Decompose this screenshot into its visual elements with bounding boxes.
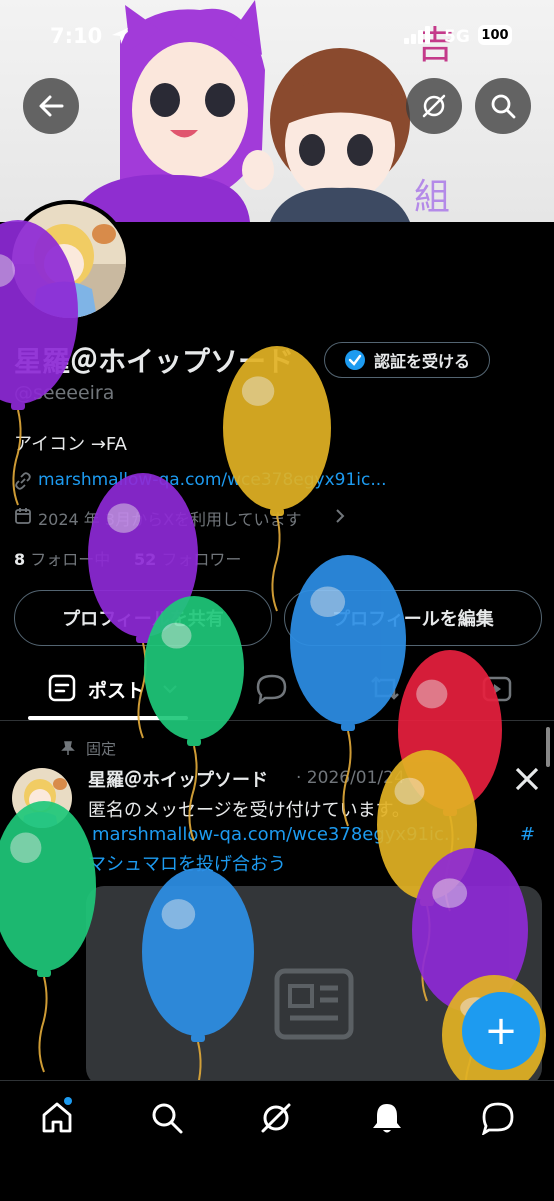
- verified-badge-icon: [344, 350, 365, 370]
- battery-indicator: 100: [478, 25, 512, 45]
- nav-messages[interactable]: [481, 1101, 515, 1139]
- chevron-right-icon: [334, 508, 346, 528]
- repost-icon: [371, 676, 399, 700]
- nav-home[interactable]: [40, 1097, 74, 1139]
- profile-link[interactable]: marshmallow-qa.com/wce378egyx91ic...: [38, 470, 387, 490]
- post-date: · 2026/01/24: [296, 768, 405, 788]
- pinned-label: 固定: [86, 740, 117, 758]
- edit-profile-label: プロフィールを編集: [332, 609, 494, 630]
- balloon-decoration: [0, 801, 96, 1073]
- joined-date: 2024 年 3月からXを利用しています: [38, 510, 302, 529]
- verify-button[interactable]: 認証を受ける: [324, 342, 490, 378]
- following-count: 8: [14, 550, 26, 569]
- grok-button[interactable]: [406, 78, 462, 134]
- nav-grok[interactable]: [259, 1101, 293, 1139]
- search-button[interactable]: [475, 78, 531, 134]
- post-hashtag[interactable]: マシュマロを投げ合おう: [88, 850, 286, 876]
- reply-icon: [256, 674, 287, 705]
- search-icon: [491, 94, 516, 119]
- battery-level: 100: [481, 27, 509, 43]
- profile-display-name: 星羅＠ホイップソード: [14, 345, 295, 378]
- signal-icon: [404, 26, 434, 48]
- location-icon: [110, 26, 130, 50]
- followers-count: 52: [134, 550, 157, 569]
- arrow-left-icon: [39, 95, 64, 117]
- nav-search[interactable]: [150, 1101, 184, 1139]
- tab-media[interactable]: [480, 672, 514, 708]
- tab-posts-label: ポスト: [88, 680, 146, 702]
- edit-profile-button[interactable]: プロフィールを編集: [284, 590, 542, 646]
- bell-icon: [373, 1104, 401, 1133]
- avatar[interactable]: [8, 200, 130, 322]
- post-hashtag-symbol[interactable]: #: [520, 824, 535, 845]
- link-icon: [14, 472, 32, 494]
- posts-icon: [48, 674, 76, 702]
- following-label: フォロー中: [30, 550, 111, 569]
- tab-reposts[interactable]: [368, 672, 402, 708]
- bottom-nav: [0, 1080, 554, 1201]
- post-link[interactable]: marshmallow-qa.com/wce378egyx91ic...: [92, 824, 461, 845]
- grok-icon: [261, 1103, 291, 1133]
- followers-stat[interactable]: 52 フォロワー: [134, 546, 241, 570]
- chevron-down-icon: [163, 685, 177, 694]
- pin-icon: [60, 740, 76, 760]
- compose-plus-label: +: [484, 1008, 518, 1054]
- profile-bio: アイコン →FA: [14, 434, 127, 455]
- nav-notifications[interactable]: [370, 1101, 404, 1139]
- status-bar: 7:10 5G 100: [0, 0, 554, 70]
- back-button[interactable]: [23, 78, 79, 134]
- search-icon: [152, 1103, 183, 1134]
- following-stat[interactable]: 8 フォロー中: [14, 546, 110, 570]
- video-icon: [482, 676, 512, 702]
- verify-label: 認証を受ける: [373, 352, 470, 371]
- network-label: 5G: [444, 27, 470, 47]
- post-avatar-image: [12, 768, 72, 828]
- compose-button[interactable]: +: [462, 992, 540, 1070]
- post-avatar[interactable]: [12, 768, 72, 828]
- tab-posts[interactable]: ポスト: [28, 664, 188, 720]
- profile-handle: @seeeeira: [14, 382, 115, 404]
- calendar-icon: [14, 507, 32, 529]
- tab-replies[interactable]: [255, 672, 289, 708]
- share-profile-button[interactable]: プロフィールを共有: [14, 590, 272, 646]
- avatar-image: [12, 204, 126, 318]
- x-logo-icon: [514, 766, 540, 796]
- status-time: 7:10: [50, 24, 103, 48]
- home-icon: [42, 1102, 72, 1133]
- grok-icon: [422, 94, 446, 118]
- home-notification-dot: [64, 1097, 72, 1105]
- tab-divider: [0, 720, 554, 721]
- post-text: 匿名のメッセージを受け付けています。: [88, 800, 410, 821]
- messages-icon: [481, 1102, 514, 1137]
- share-profile-label: プロフィールを共有: [62, 609, 224, 630]
- article-icon: [274, 968, 354, 1040]
- followers-label: フォロワー: [161, 550, 242, 569]
- banner-text-bottom: 組: [414, 177, 451, 218]
- scrollbar-thumb[interactable]: [546, 727, 550, 767]
- post-author[interactable]: 星羅＠ホイップソード: [88, 766, 268, 792]
